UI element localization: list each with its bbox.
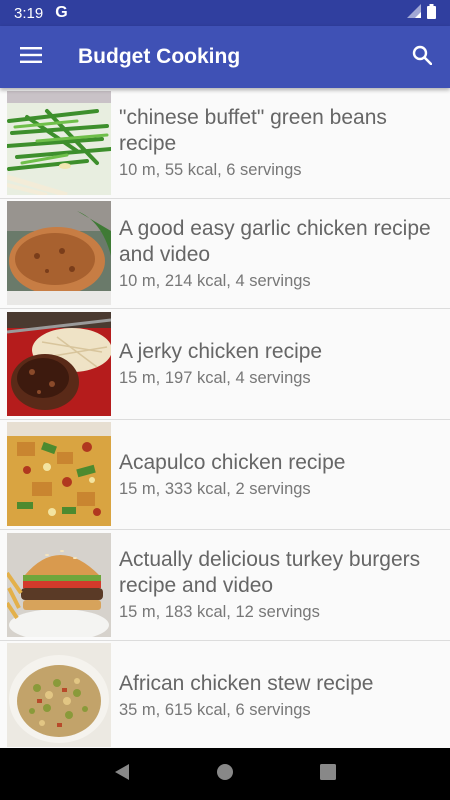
status-time: 3:19 (14, 4, 44, 22)
recipe-title: A jerky chicken recipe (119, 340, 323, 364)
recipe-item[interactable]: A good easy garlic chicken recipe and vi… (0, 198, 450, 309)
recipe-title: A good easy garlic chicken recipe and vi… (119, 216, 431, 266)
recipe-thumbnail (7, 201, 111, 306)
search-button[interactable] (394, 26, 450, 88)
system-nav-bar (0, 748, 450, 800)
recipe-meta: 35 m, 615 kcal, 6 servings (119, 700, 311, 719)
recipe-meta: 15 m, 197 kcal, 4 servings (119, 369, 311, 388)
recents-button[interactable] (308, 754, 348, 794)
home-circle-icon (216, 763, 234, 786)
back-button[interactable] (102, 754, 142, 794)
app-title: Budget Cooking (78, 45, 241, 68)
recipe-thumbnail (7, 643, 111, 748)
recipe-thumbnail (7, 532, 111, 637)
recipe-list[interactable]: "chinese buffet" green beans recipe 10 m… (0, 88, 450, 748)
recipe-meta: 15 m, 333 kcal, 2 servings (119, 479, 311, 498)
recipe-item[interactable]: A jerky chicken recipe 15 m, 197 kcal, 4… (0, 309, 450, 420)
menu-button[interactable] (0, 26, 62, 88)
recipe-item[interactable]: Actually delicious turkey burgers recipe… (0, 530, 450, 641)
recipe-title: "chinese buffet" green beans recipe (119, 106, 387, 156)
recipe-thumbnail (7, 90, 111, 195)
signal-icon (407, 4, 421, 22)
status-bar: 3:19 G (0, 0, 450, 26)
app-bar: Budget Cooking (0, 26, 450, 88)
recipe-thumbnail (7, 422, 111, 527)
search-icon (412, 45, 433, 70)
recipe-meta: 15 m, 183 kcal, 12 servings (119, 603, 320, 622)
recipe-thumbnail (7, 311, 111, 416)
home-button[interactable] (205, 754, 245, 794)
back-triangle-icon (114, 763, 130, 786)
battery-icon (427, 3, 436, 23)
recipe-meta: 10 m, 55 kcal, 6 servings (119, 161, 302, 180)
google-notification-icon: G (55, 4, 68, 21)
recipe-item[interactable]: "chinese buffet" green beans recipe 10 m… (0, 88, 450, 199)
recipe-item[interactable]: Acapulco chicken recipe 15 m, 333 kcal, … (0, 419, 450, 530)
recipe-title: Actually delicious turkey burgers recipe… (119, 548, 421, 598)
recipe-title: African chicken stew recipe (119, 671, 374, 695)
recipe-meta: 10 m, 214 kcal, 4 servings (119, 271, 311, 290)
recents-square-icon (320, 763, 337, 785)
hamburger-icon (20, 46, 42, 68)
recipe-item[interactable]: African chicken stew recipe 35 m, 615 kc… (0, 640, 450, 748)
recipe-title: Acapulco chicken recipe (119, 450, 346, 474)
